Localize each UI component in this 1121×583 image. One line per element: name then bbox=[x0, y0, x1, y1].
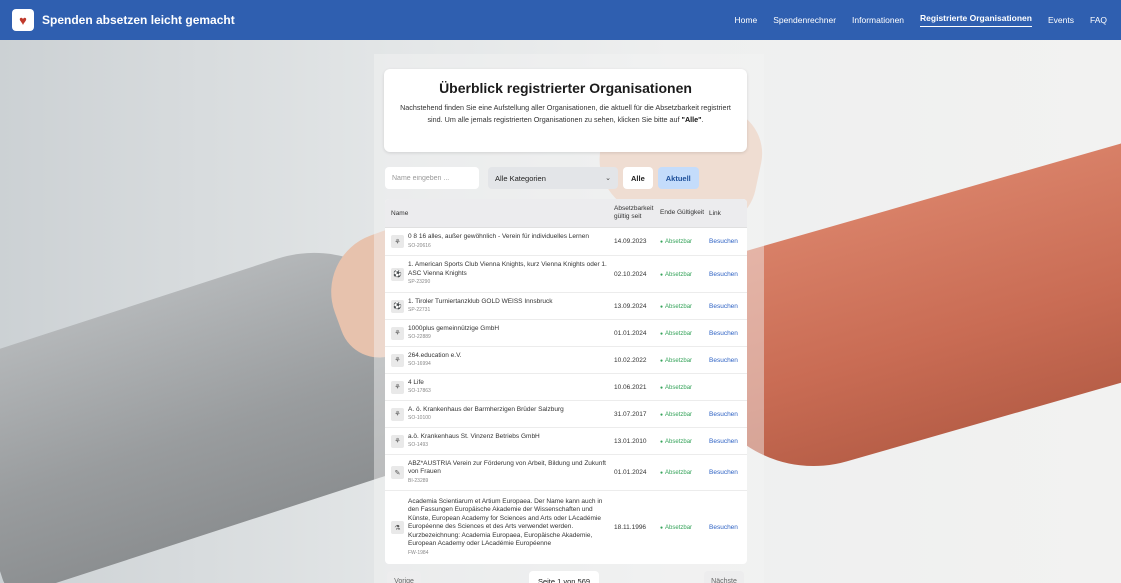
research-icon: ⚗ bbox=[391, 521, 404, 534]
org-id: SP-23290 bbox=[408, 279, 431, 286]
status-badge: Absetzbar bbox=[660, 239, 692, 245]
status-badge: Absetzbar bbox=[660, 331, 692, 337]
intro-card: Überblick registrierter Organisationen N… bbox=[384, 69, 747, 152]
nav-item-informationen[interactable]: Informationen bbox=[844, 0, 912, 40]
header-link: Link bbox=[709, 209, 721, 217]
status-badge: Absetzbar bbox=[660, 470, 692, 476]
org-id: SO-1493 bbox=[408, 442, 429, 448]
sports-icon: ⚽ bbox=[391, 267, 404, 281]
nav-item-events[interactable]: Events bbox=[1040, 0, 1082, 40]
org-name: 264.education e.V. bbox=[408, 351, 462, 359]
nav-item-registrierte-organisationen[interactable]: Registrierte Organisationen bbox=[912, 0, 1040, 40]
filter-bar: Alle Kategorien ⌄ Alle Aktuell bbox=[385, 167, 699, 189]
org-id: SO-10100 bbox=[408, 415, 431, 421]
education-icon: ✎ bbox=[391, 466, 404, 479]
main-nav: Home Spendenrechner Informationen Regist… bbox=[727, 0, 1116, 40]
table-row: ⚘ A. ö. Krankenhaus der Barmherzigen Brüd… bbox=[385, 401, 747, 428]
org-id: SP-22731 bbox=[408, 307, 431, 313]
organization-icon: ⚘ bbox=[391, 326, 404, 340]
status-badge: Absetzbar bbox=[660, 412, 692, 418]
chevron-down-icon: ⌄ bbox=[605, 175, 611, 182]
sports-icon: ⚽ bbox=[391, 299, 404, 313]
status-badge: Absetzbar bbox=[660, 439, 692, 445]
valid-since: 18.11.1996 bbox=[614, 524, 647, 531]
visit-link[interactable]: Besuchen bbox=[709, 303, 738, 310]
valid-since: 10.02.2022 bbox=[614, 356, 647, 364]
organization-icon: ⚘ bbox=[391, 434, 404, 448]
page-title: Überblick registrierter Organisationen bbox=[439, 80, 692, 96]
visit-link[interactable]: Besuchen bbox=[709, 438, 738, 445]
valid-since: 01.01.2024 bbox=[614, 329, 647, 337]
visit-link[interactable]: Besuchen bbox=[709, 357, 738, 364]
org-id: SO-20616 bbox=[408, 242, 431, 249]
org-name: 1000plus gemeinnützige GmbH bbox=[408, 324, 500, 332]
table-row: ⚘ 1000plus gemeinnützige GmbH SO-22889 01.… bbox=[385, 320, 747, 347]
org-name: A. ö. Krankenhaus der Barmherzigen Brüde… bbox=[408, 405, 564, 413]
table-row: ✎ ABZ*AUSTRIA Verein zur Förderung von Ar… bbox=[385, 455, 747, 491]
nav-item-home[interactable]: Home bbox=[727, 0, 766, 40]
nav-item-faq[interactable]: FAQ bbox=[1082, 0, 1115, 40]
table-row: ⚽ 1. American Sports Club Vienna Knights,… bbox=[385, 256, 747, 293]
visit-link[interactable]: Besuchen bbox=[709, 524, 738, 531]
intro-text: Nachstehend finden Sie eine Aufstellung … bbox=[400, 103, 731, 124]
header-end: Ende Gültigkeit bbox=[660, 208, 705, 216]
category-select[interactable]: Alle Kategorien ⌄ bbox=[488, 167, 618, 189]
table-row: ⚘ 264.education e.V. SO-16994 10.02.2022 A… bbox=[385, 347, 747, 374]
org-id: SO-22889 bbox=[408, 334, 431, 340]
valid-since: 14.09.2023 bbox=[614, 238, 647, 245]
table-row: ⚘ 0 8 16 alles, außer gewöhnlich - Verein… bbox=[385, 228, 747, 256]
organization-icon: ⚘ bbox=[391, 380, 404, 394]
organization-icon: ⚘ bbox=[391, 235, 404, 248]
table-row: ⚘ 4 Life SO-17863 10.06.2021 Absetzbar bbox=[385, 374, 747, 401]
visit-link[interactable]: Besuchen bbox=[709, 271, 738, 278]
valid-since: 01.01.2024 bbox=[614, 469, 647, 476]
org-name: 0 8 16 alles, außer gewöhnlich - Verein … bbox=[408, 233, 590, 240]
org-name: ABZ*AUSTRIA Verein zur Förderung von Arb… bbox=[408, 459, 606, 476]
table-row: ⚘ a.ö. Krankenhaus St. Vinzenz Betriebs G… bbox=[385, 428, 747, 455]
organization-icon: ⚘ bbox=[391, 353, 404, 367]
table-row: ⚽ 1. Tiroler Turniertanzklub GOLD WEISS I… bbox=[385, 293, 747, 320]
status-badge: Absetzbar bbox=[660, 304, 692, 310]
valid-since: 13.01.2010 bbox=[614, 437, 647, 445]
filter-current-button[interactable]: Aktuell bbox=[657, 167, 699, 189]
name-search-input[interactable] bbox=[385, 167, 479, 189]
prev-page-button[interactable]: Vorige bbox=[387, 571, 421, 583]
main-content: Überblick registrierter Organisationen N… bbox=[0, 40, 1121, 583]
status-badge: Absetzbar bbox=[660, 525, 692, 531]
status-badge: Absetzbar bbox=[660, 385, 692, 391]
page-indicator: Seite 1 von 569 bbox=[529, 571, 599, 583]
org-id: FW-1984 bbox=[408, 549, 429, 556]
next-page-button[interactable]: Nächste bbox=[704, 571, 744, 583]
valid-since: 13.09.2024 bbox=[614, 302, 647, 310]
org-name: 1. Tiroler Turniertanzklub GOLD WEISS In… bbox=[408, 297, 553, 305]
top-navbar: ♥ Spenden absetzen leicht gemacht Home S… bbox=[0, 0, 1121, 40]
org-id: BI-23289 bbox=[408, 477, 429, 484]
brand-title[interactable]: Spenden absetzen leicht gemacht bbox=[42, 13, 235, 27]
table-row: ⚗ Academia Scientiarum et Artium Europaea… bbox=[385, 491, 747, 564]
pagination: Vorige Seite 1 von 569 Nächste bbox=[385, 571, 747, 583]
visit-link[interactable]: Besuchen bbox=[709, 238, 738, 245]
heart-hands-icon[interactable]: ♥ bbox=[12, 9, 34, 31]
org-name: 1. American Sports Club Vienna Knights, … bbox=[408, 261, 607, 277]
visit-link[interactable]: Besuchen bbox=[709, 411, 738, 418]
status-badge: Absetzbar bbox=[660, 358, 692, 364]
status-badge: Absetzbar bbox=[660, 272, 692, 278]
org-name: 4 Life bbox=[408, 378, 424, 386]
visit-link[interactable]: Besuchen bbox=[709, 330, 738, 337]
organization-icon: ⚘ bbox=[391, 407, 404, 421]
org-id: SO-17863 bbox=[408, 388, 431, 394]
valid-since: 31.07.2017 bbox=[614, 410, 647, 418]
org-name: a.ö. Krankenhaus St. Vinzenz Betriebs Gm… bbox=[408, 432, 540, 440]
header-name: Name bbox=[391, 209, 409, 217]
valid-since: 10.06.2021 bbox=[614, 383, 647, 391]
filter-all-button[interactable]: Alle bbox=[623, 167, 653, 189]
org-name: Academia Scientiarum et Artium Europaea.… bbox=[408, 497, 603, 548]
organizations-table: Name Absetzbarkeit gültig seit Ende Gült… bbox=[385, 199, 747, 564]
valid-since: 02.10.2024 bbox=[614, 270, 647, 278]
table-header: Name Absetzbarkeit gültig seit Ende Gült… bbox=[385, 199, 747, 228]
nav-item-spendenrechner[interactable]: Spendenrechner bbox=[765, 0, 844, 40]
header-since: Absetzbarkeit gültig seit bbox=[614, 204, 654, 221]
org-id: SO-16994 bbox=[408, 361, 431, 367]
visit-link[interactable]: Besuchen bbox=[709, 469, 738, 476]
